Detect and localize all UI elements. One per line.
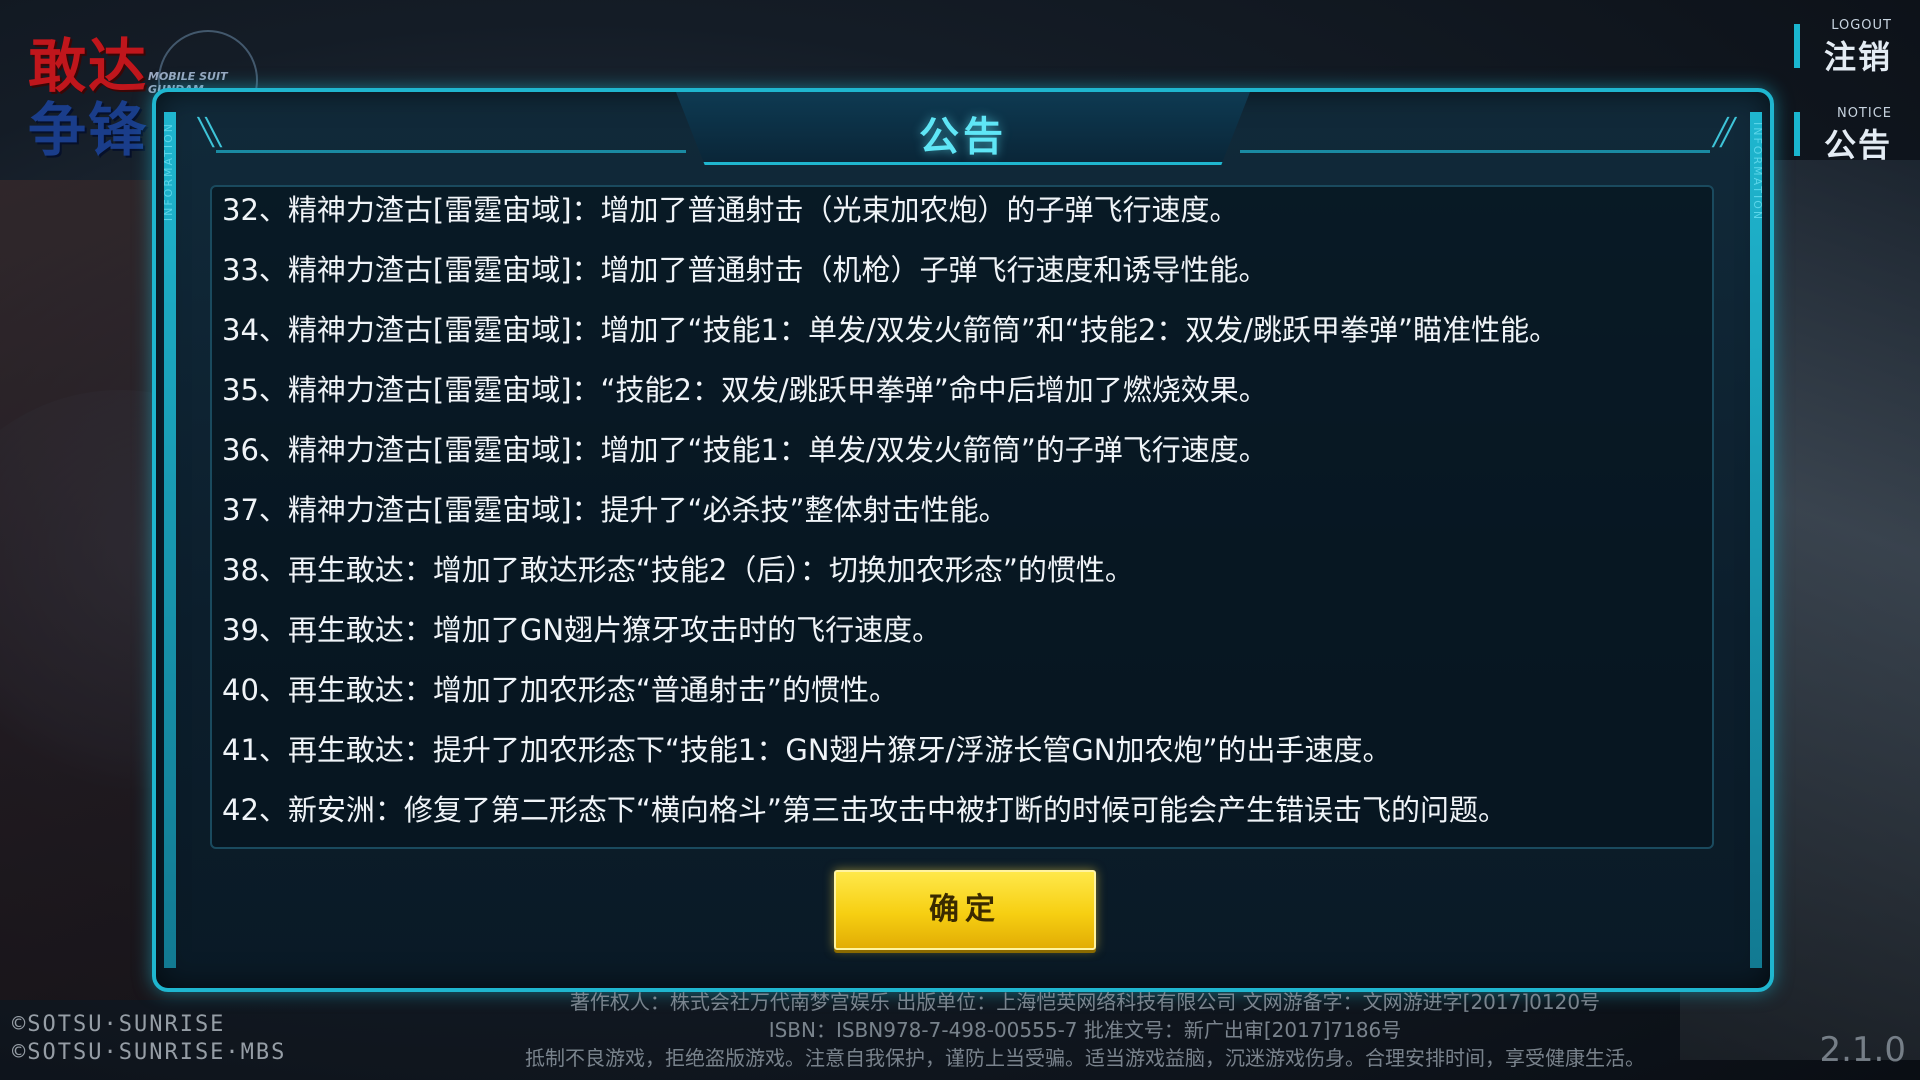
notice-line: 36、精神力渣古[雷霆宙域]：增加了“技能1：单发/双发火箭筒”的子弹飞行速度。 <box>222 433 1268 467</box>
dialog-side-label-right: INFORMATION <box>1751 122 1764 222</box>
title-divider-right <box>1240 150 1710 153</box>
logout-button[interactable]: LOGOUT 注销 <box>1794 18 1894 76</box>
notice-line: 39、再生敢达：增加了GN翅片獠牙攻击时的飞行速度。 <box>222 613 942 647</box>
footer-isbn-line: ISBN：ISBN978-7-498-00555-7 批准文号：新广出审[201… <box>768 1018 1402 1042</box>
notice-line: 34、精神力渣古[雷霆宙域]：增加了“技能1：单发/双发火箭筒”和“技能2：双发… <box>222 313 1559 347</box>
corner-stripes-icon: ╲╲ <box>198 118 221 148</box>
notice-content-scroll[interactable]: 32、精神力渣古[雷霆宙域]：增加了普通射击（光束加农炮）的子弹飞行速度。 33… <box>210 185 1714 849</box>
notice-line: 35、精神力渣古[雷霆宙域]：“技能2：双发/跳跃甲拳弹”命中后增加了燃烧效果。 <box>222 373 1268 407</box>
copyright-sunrise-mbs: ©SOTSU·SUNRISE·MBS <box>12 1040 287 1065</box>
copyright-sunrise: ©SOTSU·SUNRISE <box>12 1012 226 1037</box>
notice-line: 33、精神力渣古[雷霆宙域]：增加了普通射击（机枪）子弹飞行速度和诱导性能。 <box>222 253 1268 287</box>
title-divider-left <box>216 150 686 153</box>
dialog-side-label-left: INFORMATION <box>162 122 175 222</box>
logo-text-bottom: 争锋 <box>28 96 149 164</box>
notice-line: 41、再生敢达：提升了加农形态下“技能1：GN翅片獠牙/浮游长管GN加农炮”的出… <box>222 733 1392 767</box>
notice-line: 32、精神力渣古[雷霆宙域]：增加了普通射击（光束加农炮）的子弹飞行速度。 <box>222 193 1239 227</box>
notice-label-en: NOTICE <box>1836 106 1892 121</box>
notice-dialog: INFORMATION INFORMATION ╲╲ ╱╱ 公告 32、精神力渣… <box>152 88 1774 992</box>
footer-health-line: 抵制不良游戏，拒绝盗版游戏。注意自我保护，谨防上当受骗。适当游戏益脑，沉迷游戏伤… <box>525 1046 1645 1070</box>
notice-line: 42、新安洲：修复了第二形态下“横向格斗”第三击攻击中被打断的时候可能会产生错误… <box>222 793 1507 827</box>
dialog-title-bar: 公告 <box>676 92 1250 165</box>
notice-label-cn: 公告 <box>1823 126 1892 164</box>
footer-copyright-line: 著作权人：株式会社万代南梦宫娱乐 出版单位：上海恺英网络科技有限公司 文网游备字… <box>569 990 1601 1014</box>
logo-text-top: 敢达 <box>28 32 149 100</box>
corner-stripes-icon: ╱╱ <box>1712 118 1736 148</box>
notice-line: 40、再生敢达：增加了加农形态“普通射击”的惯性。 <box>222 673 898 707</box>
notice-line: 37、精神力渣古[雷霆宙域]：提升了“必杀技”整体射击性能。 <box>222 493 1008 527</box>
logout-label-en: LOGOUT <box>1831 18 1892 33</box>
notice-button[interactable]: NOTICE 公告 <box>1794 106 1894 164</box>
dialog-frame-right <box>1750 112 1762 968</box>
dialog-title: 公告 <box>919 114 1007 160</box>
logout-label-cn: 注销 <box>1823 38 1892 76</box>
logout-accent-bar <box>1794 24 1800 68</box>
confirm-button[interactable]: 确定 <box>834 870 1096 950</box>
notice-accent-bar <box>1794 112 1800 156</box>
notice-line: 38、再生敢达：增加了敢达形态“技能2（后）：切换加农形态”的惯性。 <box>222 553 1134 587</box>
version-label: 2.1.0 <box>1819 1030 1906 1070</box>
dialog-frame-left <box>164 112 176 968</box>
